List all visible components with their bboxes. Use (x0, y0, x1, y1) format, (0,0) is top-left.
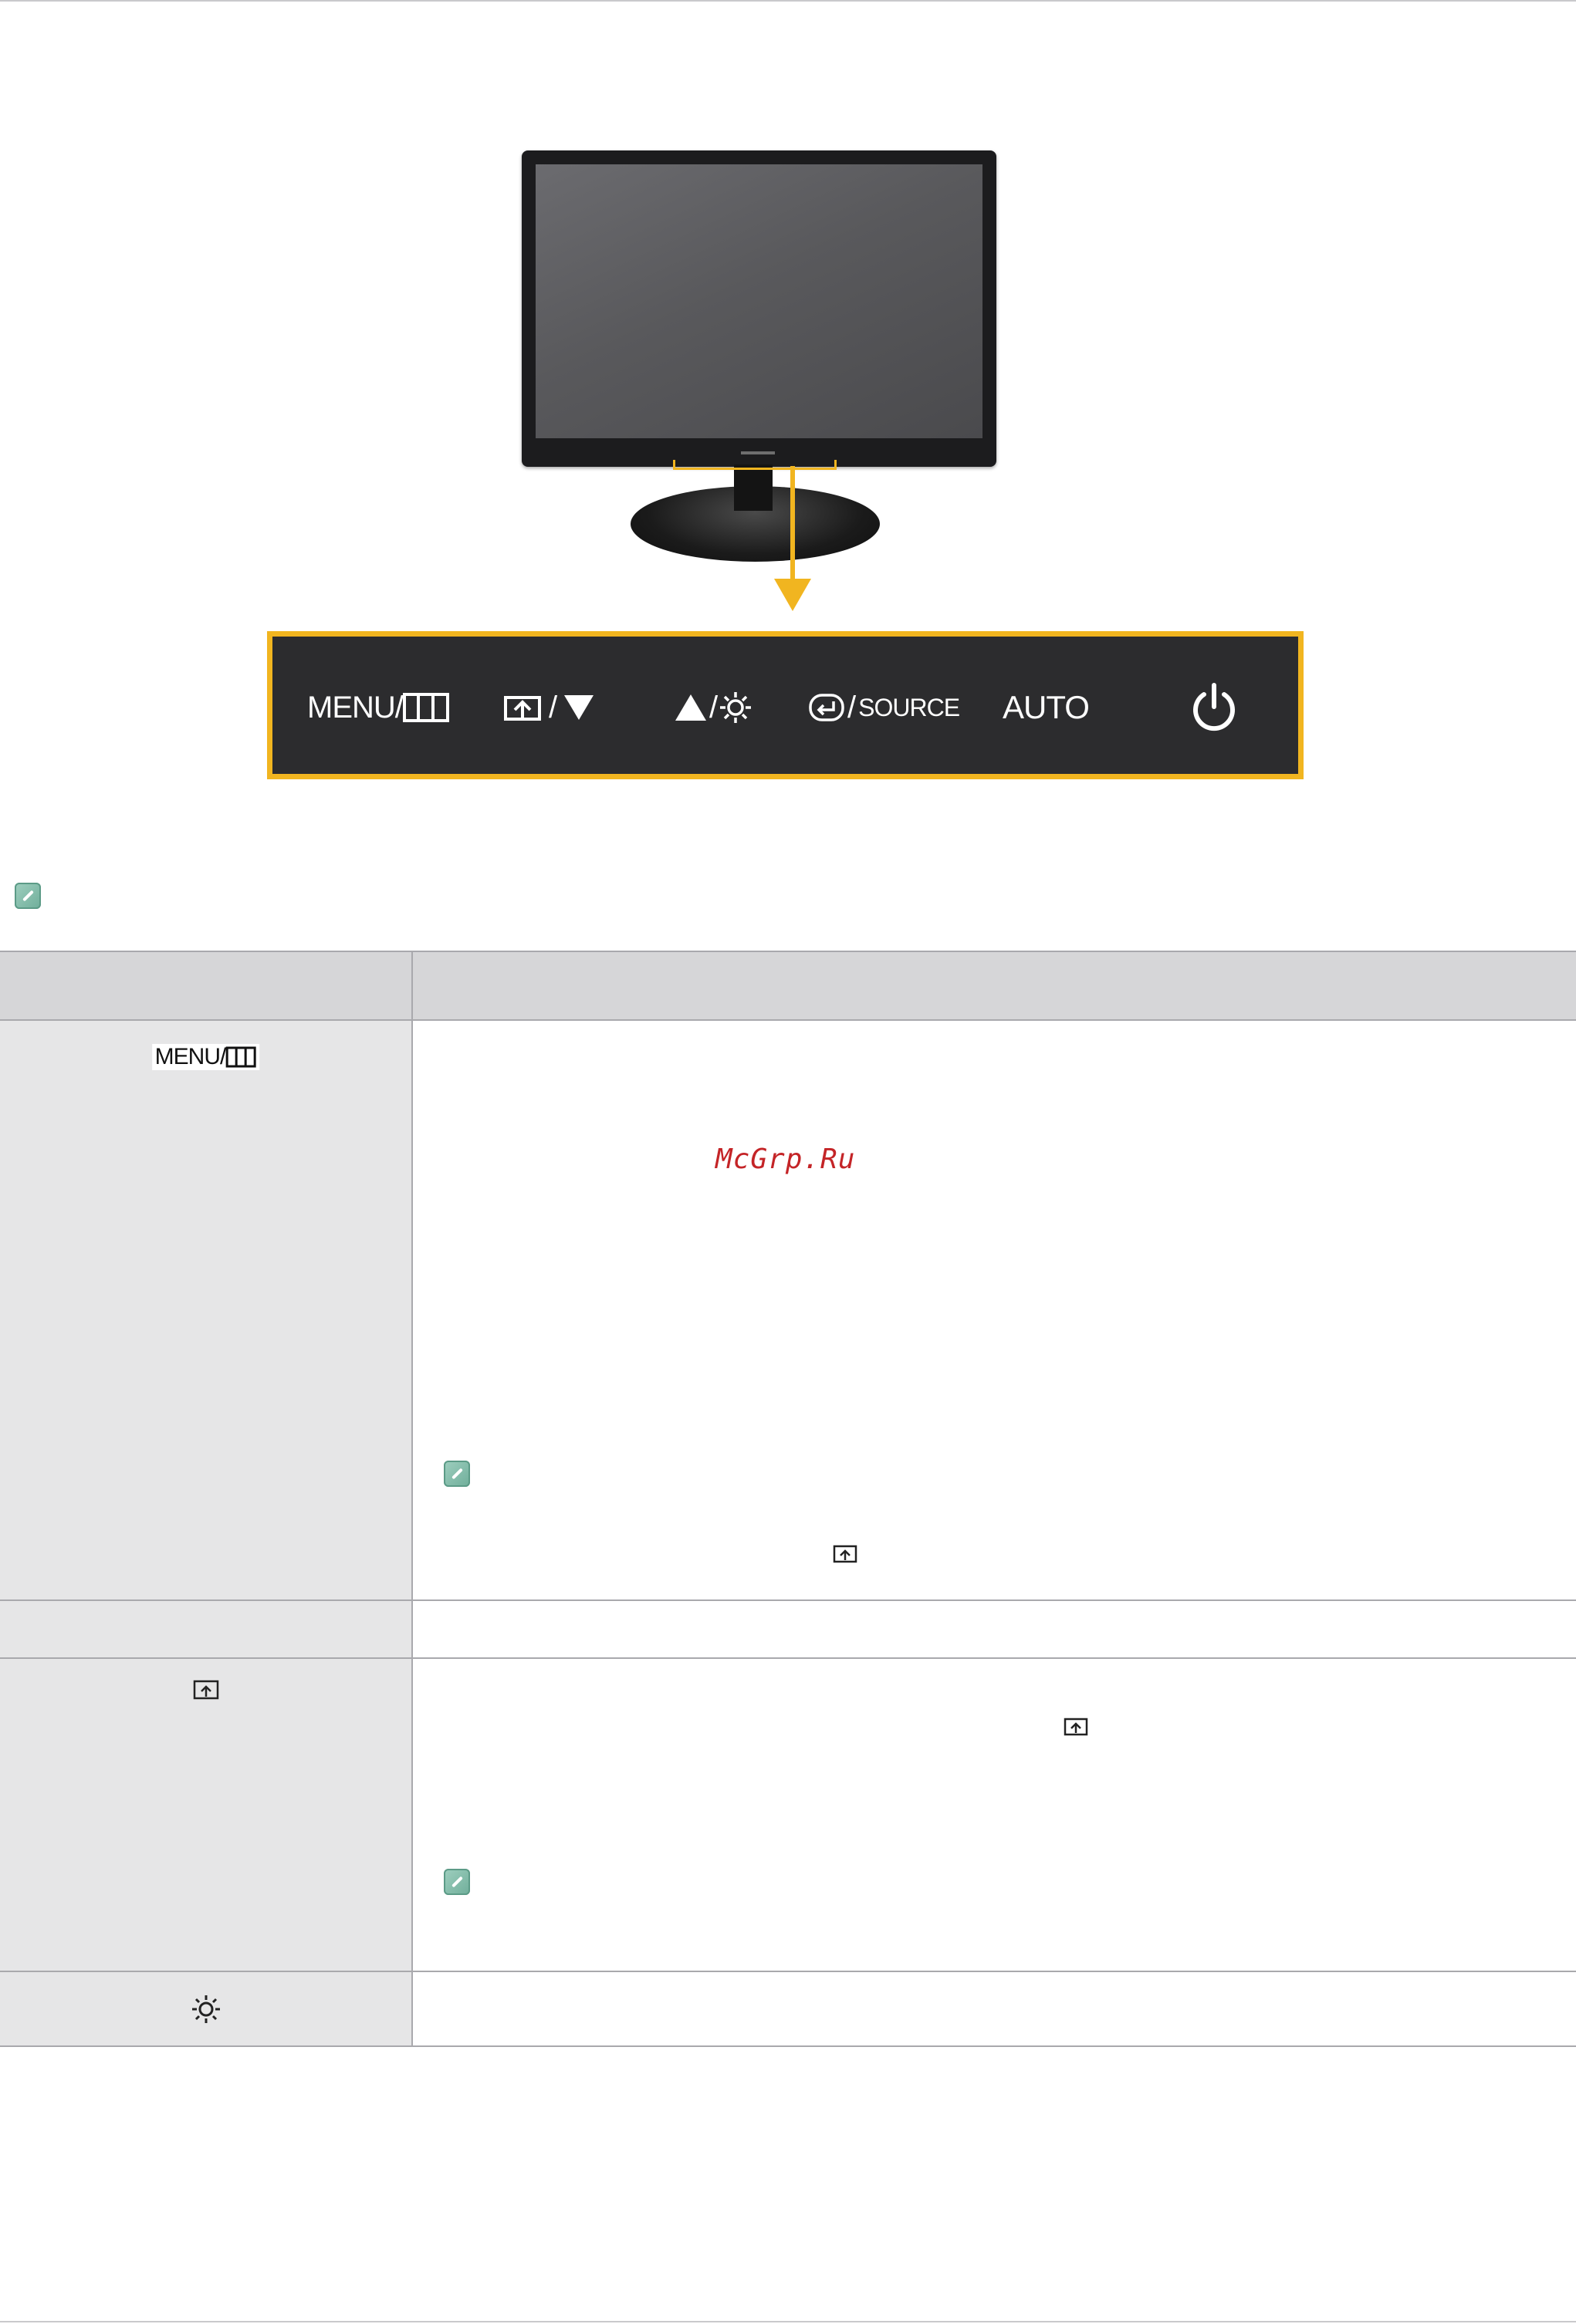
monitor-stand-neck (734, 464, 773, 511)
cell-button-brightness (0, 1972, 413, 2045)
cell-button-menu: MENU/ (0, 1021, 413, 1599)
bottom-rule (0, 2321, 1576, 2322)
menu-button-label: MENU/ (151, 1044, 260, 1070)
cell-description-empty (413, 1601, 1576, 1657)
watermark: McGrp.Ru (715, 1143, 856, 1175)
note-icon (444, 1461, 470, 1487)
panel-slash: / (549, 690, 557, 725)
table-row-menu: MENU/ (0, 1021, 1576, 1601)
down-triangle-icon (564, 695, 594, 720)
table-row-magicbright (0, 1659, 1576, 1972)
front-button-panel: MENU/ / / / SOURCE AUTO (267, 631, 1304, 779)
header-cell-description (413, 952, 1576, 1019)
panel-up-brightness-button[interactable]: / (674, 677, 752, 738)
monitor-body (522, 150, 996, 467)
button-area-callout (673, 460, 837, 470)
callout-arrow-head (774, 579, 811, 611)
panel-source-label: SOURCE (858, 693, 960, 721)
panel-auto-label: AUTO (1003, 689, 1090, 725)
panel-menu-button[interactable]: MENU/ (307, 677, 449, 738)
up-triangle-icon (675, 694, 706, 721)
enter-icon (809, 694, 844, 721)
magicbright-icon (833, 1545, 857, 1563)
magicbright-icon (1064, 1718, 1088, 1736)
cell-button-magicbright (0, 1659, 413, 1971)
menu-button-text: MENU/ (154, 1044, 227, 1069)
note-icon (15, 883, 41, 909)
magicbright-icon (193, 1680, 218, 1700)
note-icon (444, 1869, 470, 1895)
callout-arrow-line (790, 466, 795, 582)
monitor-figure: MENU/ / / / SOURCE AUTO (262, 147, 1312, 795)
table-row-empty (0, 1601, 1576, 1659)
panel-magicbright-down-button[interactable]: / (504, 677, 595, 738)
monitor-screen (536, 164, 982, 438)
cell-description-menu (413, 1021, 1576, 1599)
brightness-icon (720, 692, 752, 723)
brand-mark (741, 451, 775, 454)
table-row-brightness (0, 1972, 1576, 2047)
magicbright-icon (504, 696, 541, 721)
top-rule (0, 0, 1576, 2)
cell-description-brightness (413, 1972, 1576, 2045)
power-icon (1193, 683, 1235, 731)
header-cell-button (0, 952, 413, 1019)
menu-grid-icon (402, 693, 449, 722)
brightness-icon (191, 1995, 220, 2023)
panel-menu-label: MENU/ (307, 690, 404, 725)
panel-power-button[interactable] (1190, 677, 1238, 738)
panel-slash: / (709, 690, 718, 725)
panel-enter-source-button[interactable]: / SOURCE (809, 677, 960, 738)
menu-grid-icon (225, 1046, 256, 1068)
panel-slash: / (847, 690, 856, 725)
table-header-row (0, 951, 1576, 1021)
cell-description-magicbright (413, 1659, 1576, 1971)
cell-button-empty (0, 1601, 413, 1657)
panel-auto-button[interactable]: AUTO (1003, 677, 1090, 738)
